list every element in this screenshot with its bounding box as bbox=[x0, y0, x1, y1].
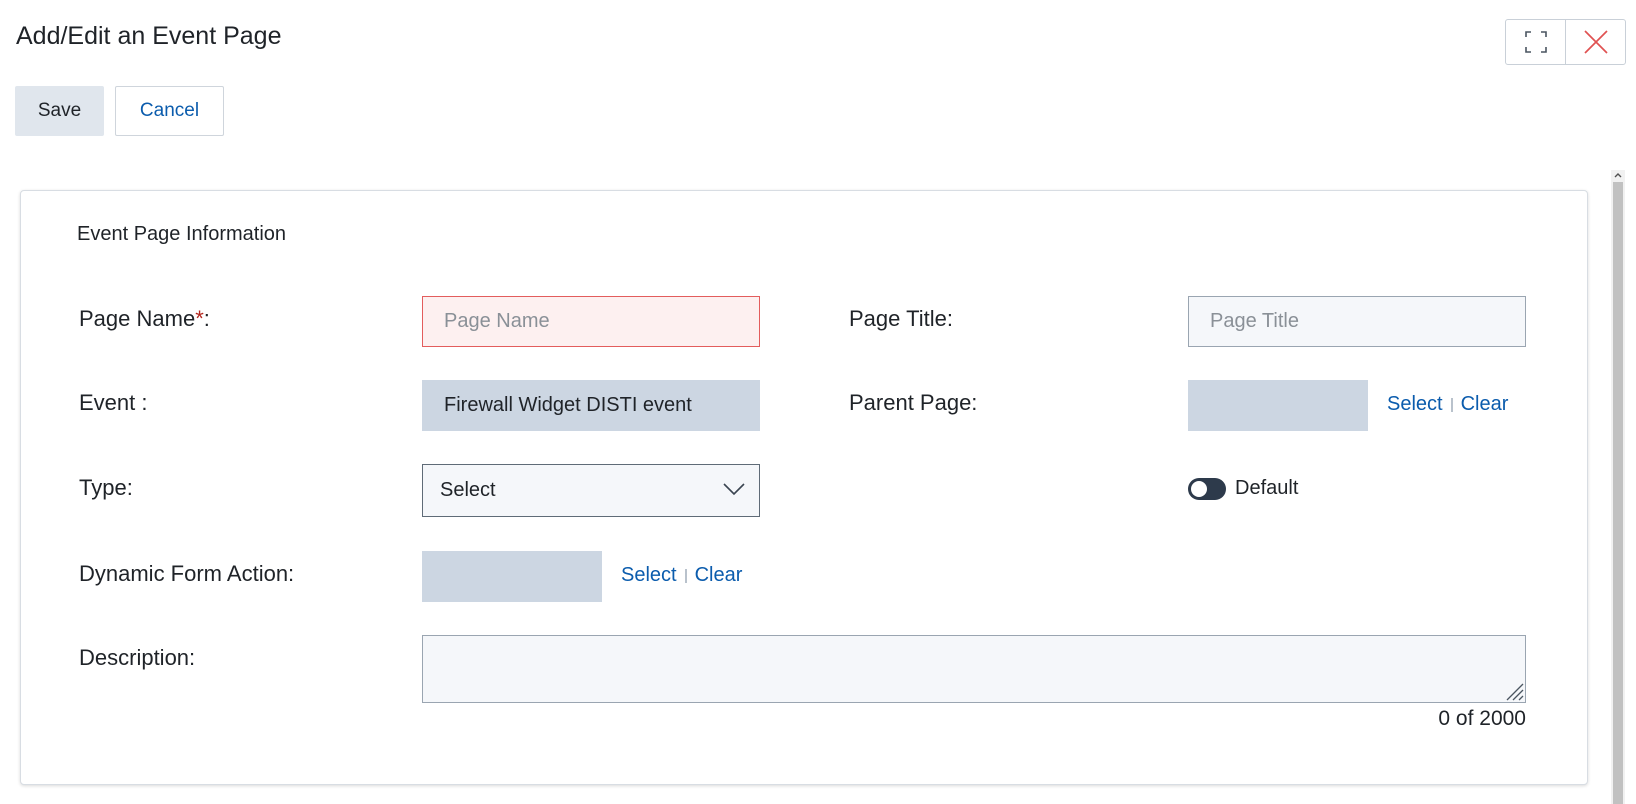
scrollbar-thumb[interactable] bbox=[1613, 182, 1623, 804]
page-name-placeholder: Page Name bbox=[444, 310, 550, 332]
type-select[interactable]: Select bbox=[422, 464, 760, 517]
page-name-input[interactable]: Page Name bbox=[422, 296, 760, 347]
maximize-button[interactable] bbox=[1506, 20, 1565, 64]
page-name-label: Page Name*: bbox=[79, 306, 210, 331]
default-toggle-group: Default bbox=[1188, 477, 1298, 500]
event-page-info-card: Event Page Information Page Name*: Page … bbox=[20, 190, 1588, 785]
scroll-up-arrow-icon[interactable] bbox=[1612, 170, 1624, 180]
parent-page-label: Parent Page: bbox=[849, 390, 978, 415]
chevron-down-icon bbox=[723, 483, 745, 496]
description-label: Description: bbox=[79, 645, 196, 670]
window-controls bbox=[1505, 19, 1626, 65]
type-selected-value: Select bbox=[440, 479, 496, 501]
dialog-title: Add/Edit an Event Page bbox=[16, 22, 282, 50]
parent-page-field bbox=[1188, 380, 1368, 431]
page-title-label: Page Title: bbox=[849, 306, 953, 331]
description-textarea[interactable] bbox=[422, 635, 1526, 703]
maximize-icon bbox=[1524, 31, 1547, 53]
cancel-button[interactable]: Cancel bbox=[115, 86, 224, 136]
page-title-input[interactable]: Page Title bbox=[1188, 296, 1526, 347]
dynamic-form-action-actions: Select Clear bbox=[621, 564, 742, 587]
close-icon bbox=[1583, 30, 1608, 54]
parent-page-clear-link[interactable]: Clear bbox=[1461, 393, 1509, 416]
resize-handle-icon[interactable] bbox=[1502, 679, 1524, 701]
save-button[interactable]: Save bbox=[15, 86, 104, 136]
toolbar: Save Cancel bbox=[15, 86, 224, 136]
link-separator bbox=[684, 568, 687, 583]
default-toggle[interactable] bbox=[1188, 477, 1226, 500]
dynamic-form-action-label: Dynamic Form Action: bbox=[79, 561, 295, 586]
default-toggle-label: Default bbox=[1235, 477, 1299, 499]
dynamic-form-action-select-link[interactable]: Select bbox=[621, 564, 677, 587]
dynamic-form-action-field bbox=[422, 551, 602, 602]
close-button[interactable] bbox=[1565, 20, 1625, 64]
section-title: Event Page Information bbox=[77, 223, 287, 245]
parent-page-actions: Select Clear bbox=[1387, 393, 1508, 416]
event-field: Firewall Widget DISTI event bbox=[422, 380, 760, 431]
event-label: Event : bbox=[79, 390, 148, 415]
required-marker: * bbox=[195, 306, 204, 331]
event-value: Firewall Widget DISTI event bbox=[444, 394, 692, 416]
type-label: Type: bbox=[79, 475, 133, 500]
parent-page-select-link[interactable]: Select bbox=[1387, 393, 1443, 416]
page-title-placeholder: Page Title bbox=[1210, 310, 1299, 332]
dynamic-form-action-clear-link[interactable]: Clear bbox=[695, 564, 743, 587]
link-separator bbox=[1450, 397, 1453, 412]
toggle-knob bbox=[1191, 480, 1207, 497]
description-char-counter: 0 of 2000 bbox=[1438, 707, 1526, 730]
